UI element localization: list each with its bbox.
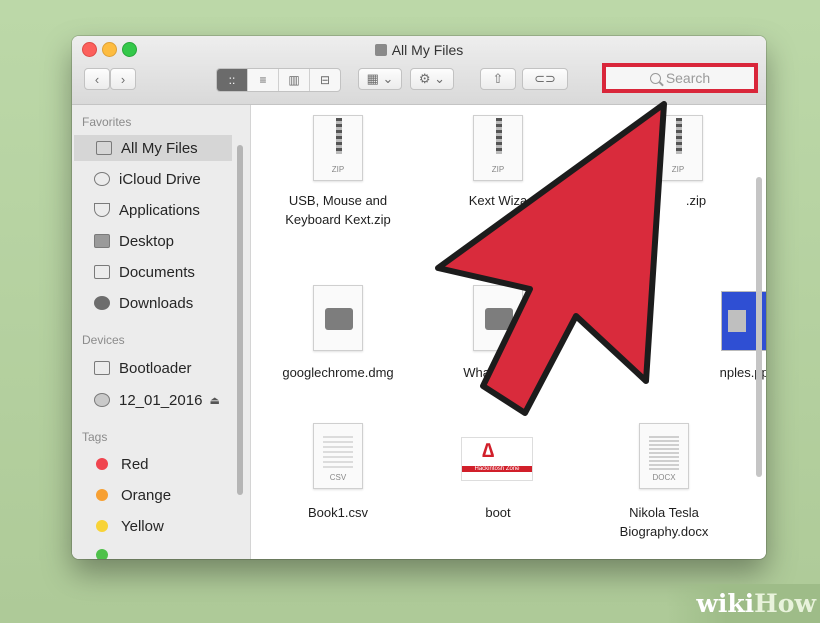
- dmg-file-icon[interactable]: [473, 285, 523, 351]
- zip-file-icon[interactable]: ZIP: [653, 115, 703, 181]
- window-title: All My Files: [72, 42, 766, 58]
- downloads-icon: [94, 296, 110, 310]
- wikihow-watermark: wiki How: [666, 584, 820, 623]
- forward-button[interactable]: ›: [110, 68, 136, 90]
- file-item[interactable]: Book1.csv: [263, 503, 413, 522]
- sidebar-item-bootloader[interactable]: Bootloader: [72, 355, 232, 381]
- sidebar-item-downloads[interactable]: Downloads: [72, 290, 232, 316]
- sidebar-item-applications[interactable]: Applications: [72, 197, 232, 223]
- sidebar-section-tags: Tags: [82, 430, 108, 444]
- docx-file-icon[interactable]: DOCX: [639, 423, 689, 489]
- sidebar: Favorites All My Files iCloud Drive Appl…: [72, 105, 251, 559]
- boot-thumbnail[interactable]: ∆ Hackintosh Zone: [461, 437, 533, 481]
- file-item[interactable]: USB, Mouse and Keyboard Kext.zip: [263, 191, 413, 229]
- icon-view-button[interactable]: ::: [217, 69, 248, 91]
- sidebar-section-devices: Devices: [82, 333, 125, 347]
- cloud-icon: [94, 172, 110, 186]
- file-item[interactable]: boot: [423, 503, 573, 522]
- file-grid: ZIP USB, Mouse and Keyboard Kext.zip ZIP …: [251, 105, 766, 559]
- eject-icon[interactable]: ⏏: [209, 394, 219, 407]
- search-field[interactable]: Search: [602, 63, 758, 93]
- content-scrollbar[interactable]: [756, 177, 762, 477]
- file-item[interactable]: .zip: [621, 191, 766, 210]
- share-button[interactable]: ⇧: [480, 68, 516, 90]
- search-placeholder: Search: [665, 70, 711, 86]
- tags-button[interactable]: ⊂⊃: [522, 68, 568, 90]
- all-files-icon: [96, 141, 112, 155]
- sidebar-section-favorites: Favorites: [82, 115, 132, 129]
- cover-flow-button[interactable]: ⊟: [310, 69, 340, 91]
- applications-icon: [94, 203, 110, 217]
- file-item[interactable]: Kext Wiza: [423, 191, 573, 210]
- sidebar-item-documents[interactable]: Documents: [72, 259, 232, 285]
- orange-tag-icon: [96, 489, 108, 501]
- desktop-icon: [94, 234, 110, 248]
- dmg-file-icon[interactable]: [313, 285, 363, 351]
- all-files-icon: [374, 44, 387, 56]
- red-tag-icon: [96, 458, 108, 470]
- list-view-button[interactable]: ≡: [248, 69, 279, 91]
- file-item[interactable]: nples.ppt: [671, 363, 766, 382]
- arrange-button[interactable]: ▦ ⌄: [358, 68, 402, 90]
- file-item[interactable]: WhatsA: [411, 363, 561, 382]
- back-button[interactable]: ‹: [84, 68, 110, 90]
- finder-window: All My Files ‹ › :: ≡ ▥ ⊟ ▦ ⌄ ⚙ ⌄ ⇧ ⊂⊃ S…: [72, 36, 766, 559]
- search-icon: [649, 72, 661, 84]
- disc-icon: [94, 393, 110, 407]
- yellow-tag-icon: [96, 520, 108, 532]
- file-item[interactable]: googlechrome.dmg: [263, 363, 413, 382]
- sidebar-item-all-my-files[interactable]: All My Files: [74, 135, 232, 161]
- title-bar: All My Files ‹ › :: ≡ ▥ ⊟ ▦ ⌄ ⚙ ⌄ ⇧ ⊂⊃ S…: [72, 36, 766, 105]
- csv-file-icon[interactable]: CSV: [313, 423, 363, 489]
- sidebar-item-tag-green[interactable]: [72, 542, 232, 559]
- sidebar-item-tag-orange[interactable]: Orange: [72, 482, 232, 508]
- action-gear-button[interactable]: ⚙ ⌄: [410, 68, 454, 90]
- green-tag-icon: [96, 549, 108, 559]
- disk-icon: [94, 361, 110, 375]
- sidebar-item-tag-red[interactable]: Red: [72, 451, 232, 477]
- sidebar-item-12-01-2016[interactable]: 12_01_2016 ⏏: [72, 387, 232, 413]
- zip-file-icon[interactable]: ZIP: [473, 115, 523, 181]
- sidebar-item-tag-yellow[interactable]: Yellow: [72, 513, 232, 539]
- sidebar-item-desktop[interactable]: Desktop: [72, 228, 232, 254]
- documents-icon: [94, 265, 110, 279]
- sidebar-item-icloud-drive[interactable]: iCloud Drive: [72, 166, 232, 192]
- sidebar-scrollbar[interactable]: [237, 145, 243, 495]
- file-item[interactable]: Nikola Tesla Biography.docx: [589, 503, 739, 541]
- view-mode-control: :: ≡ ▥ ⊟: [216, 68, 341, 92]
- zip-file-icon[interactable]: ZIP: [313, 115, 363, 181]
- column-view-button[interactable]: ▥: [279, 69, 310, 91]
